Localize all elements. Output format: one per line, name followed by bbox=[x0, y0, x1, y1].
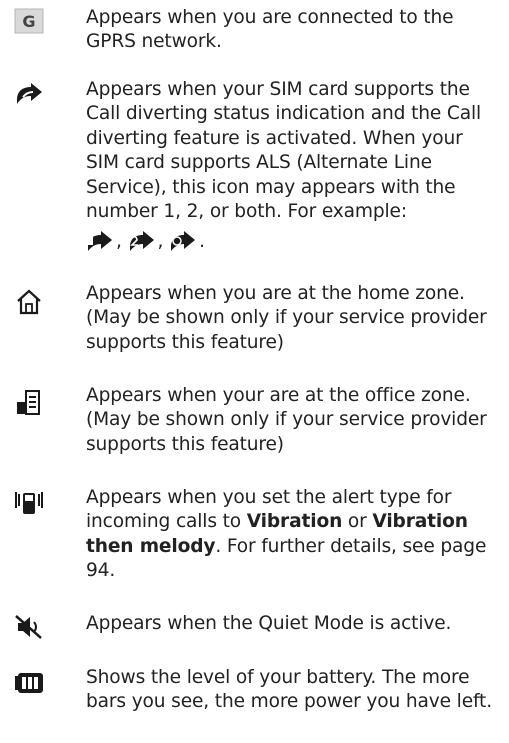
example-icons: , , . bbox=[86, 230, 205, 254]
quiet-mode-icon bbox=[14, 614, 44, 640]
call-divert-line2-icon bbox=[129, 230, 154, 251]
office-zone-icon bbox=[14, 390, 44, 416]
home-zone-icon bbox=[14, 289, 44, 315]
entry-text: Appears when your SIM card supports the … bbox=[86, 78, 501, 255]
entry-text: Appears when you are at the home zone. (… bbox=[86, 283, 487, 353]
entry-text: Appears when the Quiet Mode is active. bbox=[86, 613, 452, 634]
call-divert-line1-icon bbox=[88, 230, 112, 251]
entry-text-body: Appears when your SIM card supports the … bbox=[86, 79, 482, 223]
entry-text: Appears when you set the alert type for … bbox=[86, 486, 501, 584]
separator: , bbox=[157, 231, 164, 253]
vibration-icon bbox=[14, 490, 44, 516]
entry-text: Appears when your are at the office zone… bbox=[86, 385, 487, 455]
svg-text:G: G bbox=[22, 12, 35, 31]
battery-icon bbox=[14, 671, 44, 697]
call-divert-both-icon bbox=[171, 230, 196, 251]
entry-text: Appears when you are connected to the GP… bbox=[86, 7, 454, 53]
entry-text: Shows the level of your battery. The mor… bbox=[86, 667, 492, 713]
entry-text-part: or bbox=[347, 511, 367, 533]
separator: , bbox=[116, 231, 122, 253]
bold-option-vibration: Vibration bbox=[246, 511, 343, 533]
gprs-icon: G bbox=[14, 8, 44, 34]
period: . bbox=[199, 231, 205, 253]
call-divert-icon bbox=[14, 82, 44, 108]
